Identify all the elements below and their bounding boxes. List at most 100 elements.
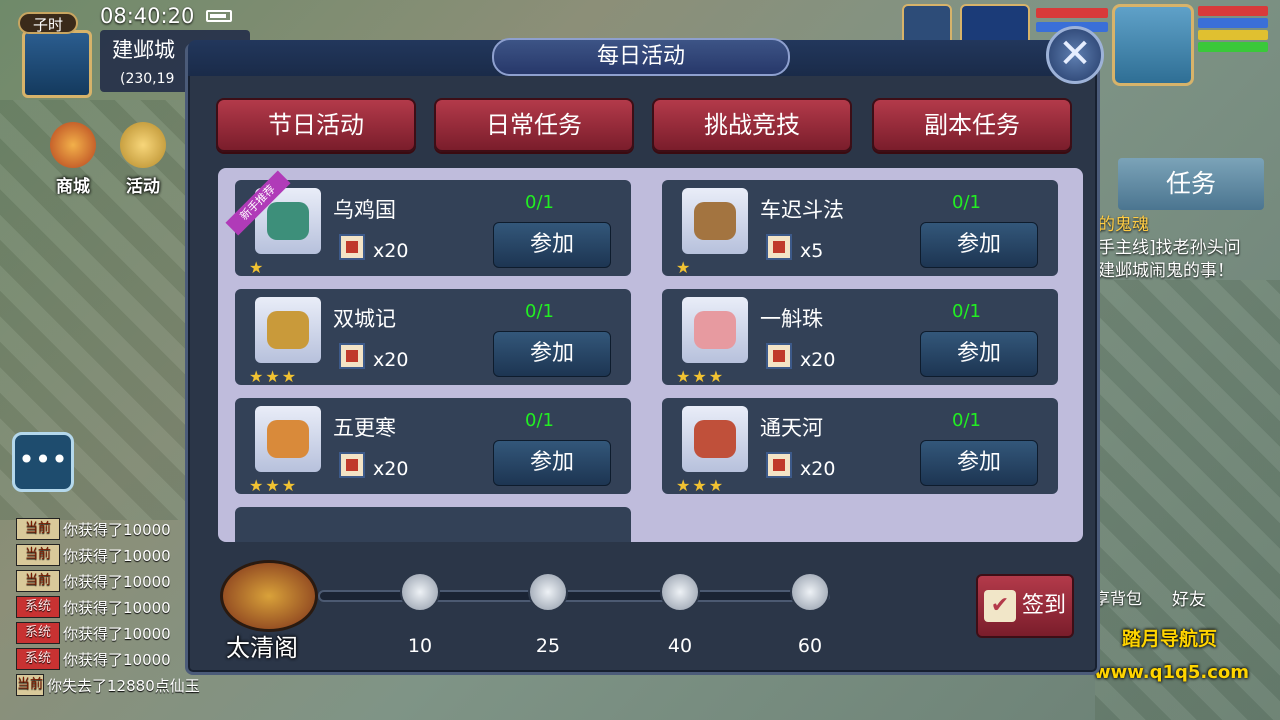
chat-log: 当前 你获得了10000 当前 你获得了10000 当前 你获得了10000 系统 你获… bbox=[0, 516, 200, 698]
activity-card: 一斛珠 x20 0/1 参加 ★★★ bbox=[662, 289, 1058, 386]
reward-quantity: x20 bbox=[373, 240, 409, 262]
activity-name: 乌鸡国 bbox=[333, 198, 396, 222]
city-name: 建邺城 bbox=[112, 38, 175, 62]
activity-name: 一斛珠 bbox=[760, 307, 823, 331]
activity-progress: 0/1 bbox=[525, 192, 554, 213]
chat-button[interactable]: ••• bbox=[12, 432, 74, 492]
signin-label: 签到 bbox=[1021, 593, 1066, 618]
hp-bar bbox=[1198, 6, 1268, 16]
milestone-chest-icon[interactable] bbox=[660, 572, 700, 612]
pavilion-label: 太清阁 bbox=[226, 634, 298, 662]
milestone-label: 25 bbox=[535, 635, 561, 657]
chat-bubble-icon: ••• bbox=[18, 443, 68, 476]
shop-icon bbox=[50, 122, 96, 168]
reward-scroll-icon bbox=[339, 452, 365, 478]
reward-scroll-icon bbox=[339, 343, 365, 369]
reward-scroll-icon bbox=[766, 343, 792, 369]
wuji-kingdom-icon bbox=[267, 202, 309, 240]
chat-line: 当前 你获得了10000 bbox=[0, 568, 190, 594]
time-slot: 子时 bbox=[18, 12, 78, 34]
reward-quantity: x5 bbox=[800, 240, 824, 262]
activity-list[interactable]: 新手推荐 乌鸡国 x20 0/1 参加 ★ 车迟斗法 x5 0/1 参加 ★ 双… bbox=[218, 168, 1083, 542]
join-button[interactable]: 参加 bbox=[920, 331, 1038, 377]
chat-text: 你获得了10000 bbox=[63, 624, 171, 643]
chat-tag: 系统 bbox=[16, 596, 60, 618]
star-rating: ★★★ bbox=[676, 367, 726, 386]
join-button[interactable]: 参加 bbox=[493, 440, 611, 486]
chat-text: 你获得了10000 bbox=[63, 546, 171, 565]
map-background-right bbox=[1095, 280, 1280, 720]
pavilion-icon[interactable] bbox=[220, 560, 318, 632]
task-tab[interactable]: 任务 bbox=[1118, 158, 1264, 210]
reward-quantity: x20 bbox=[373, 349, 409, 371]
reward-scroll-icon bbox=[766, 234, 792, 260]
battery-icon bbox=[206, 10, 232, 22]
chat-text: 你失去了12880点仙玉 bbox=[47, 676, 200, 695]
signin-button[interactable]: ✔ 签到 bbox=[976, 574, 1074, 638]
tab-challenge[interactable]: 挑战竞技 bbox=[652, 98, 852, 152]
task-line: 手主线]找老孙头问 bbox=[1098, 238, 1241, 258]
task-line: 的鬼魂 bbox=[1098, 215, 1149, 235]
milestone-chest-icon[interactable] bbox=[400, 572, 440, 612]
chat-tag: 系统 bbox=[16, 648, 60, 670]
chat-line: 当前 你获得了10000 bbox=[0, 542, 190, 568]
ship-icon bbox=[267, 420, 309, 458]
activity-progress: 0/1 bbox=[525, 410, 554, 431]
activity-name: 双城记 bbox=[333, 307, 396, 331]
shop-button[interactable]: 商城 bbox=[42, 122, 104, 202]
tab-daily-tasks[interactable]: 日常任务 bbox=[434, 98, 634, 152]
activity-card-partial bbox=[235, 507, 631, 542]
reward-scroll-icon bbox=[766, 452, 792, 478]
tab-festival[interactable]: 节日活动 bbox=[216, 98, 416, 152]
activity-icon bbox=[682, 406, 748, 472]
activity-card: 通天河 x20 0/1 参加 ★★★ bbox=[662, 398, 1058, 495]
activity-card: 五更寒 x20 0/1 参加 ★★★ bbox=[235, 398, 631, 495]
activity-card: 新手推荐 乌鸡国 x20 0/1 参加 ★ bbox=[225, 170, 631, 277]
chat-line: 系统 你获得了10000 bbox=[0, 620, 190, 646]
join-button[interactable]: 参加 bbox=[493, 331, 611, 377]
character-portrait[interactable] bbox=[1112, 4, 1194, 86]
join-button[interactable]: 参加 bbox=[920, 440, 1038, 486]
activity-name: 车迟斗法 bbox=[760, 198, 844, 222]
player-avatar[interactable] bbox=[22, 30, 92, 98]
watermark-url: www.q1q5.com bbox=[1094, 662, 1250, 683]
chat-tag: 当前 bbox=[16, 674, 45, 696]
chechi-duel-icon bbox=[694, 202, 736, 240]
chat-text: 你获得了10000 bbox=[63, 572, 171, 591]
activity-button[interactable]: 活动 bbox=[112, 122, 174, 202]
activity-icon bbox=[682, 188, 748, 254]
coordinates: (230,19 bbox=[120, 71, 175, 87]
join-button[interactable]: 参加 bbox=[920, 222, 1038, 268]
activity-icon bbox=[682, 297, 748, 363]
tab-dungeon-tasks[interactable]: 副本任务 bbox=[872, 98, 1072, 152]
two-cities-icon bbox=[267, 311, 309, 349]
pet-hp-bar bbox=[1036, 8, 1108, 18]
mp-bar bbox=[1198, 18, 1268, 28]
anger-bar bbox=[1198, 30, 1268, 40]
join-button[interactable]: 参加 bbox=[493, 222, 611, 268]
chat-line: 当前 你获得了10000 bbox=[0, 516, 190, 542]
activity-label: 活动 bbox=[126, 177, 160, 197]
clock: 08:40:20 bbox=[100, 4, 195, 28]
activity-progress-track bbox=[318, 590, 830, 602]
shop-label: 商城 bbox=[56, 177, 90, 197]
chat-line: 系统 你获得了10000 bbox=[0, 594, 190, 620]
reward-quantity: x20 bbox=[373, 458, 409, 480]
pearl-icon bbox=[694, 311, 736, 349]
milestone-chest-icon[interactable] bbox=[528, 572, 568, 612]
chat-tag: 当前 bbox=[16, 570, 60, 592]
reward-scroll-icon bbox=[339, 234, 365, 260]
milestone-chest-icon[interactable] bbox=[790, 572, 830, 612]
chat-text: 你获得了10000 bbox=[63, 650, 171, 669]
close-button[interactable]: ✕ bbox=[1046, 26, 1104, 84]
activity-progress: 0/1 bbox=[952, 301, 981, 322]
star-rating: ★★★ bbox=[249, 367, 299, 386]
task-line: 建邺城闹鬼的事！ bbox=[1098, 261, 1234, 281]
task-tracker[interactable]: 的鬼魂 手主线]找老孙头问 建邺城闹鬼的事！ bbox=[1098, 214, 1278, 283]
friends-button[interactable]: 好友 bbox=[1172, 585, 1206, 610]
activity-name: 通天河 bbox=[760, 416, 823, 440]
inventory-button[interactable]: 享背包 bbox=[1094, 585, 1142, 609]
chat-text: 你获得了10000 bbox=[63, 598, 171, 617]
chat-tag: 当前 bbox=[16, 518, 60, 540]
chat-tag: 系统 bbox=[16, 622, 60, 644]
